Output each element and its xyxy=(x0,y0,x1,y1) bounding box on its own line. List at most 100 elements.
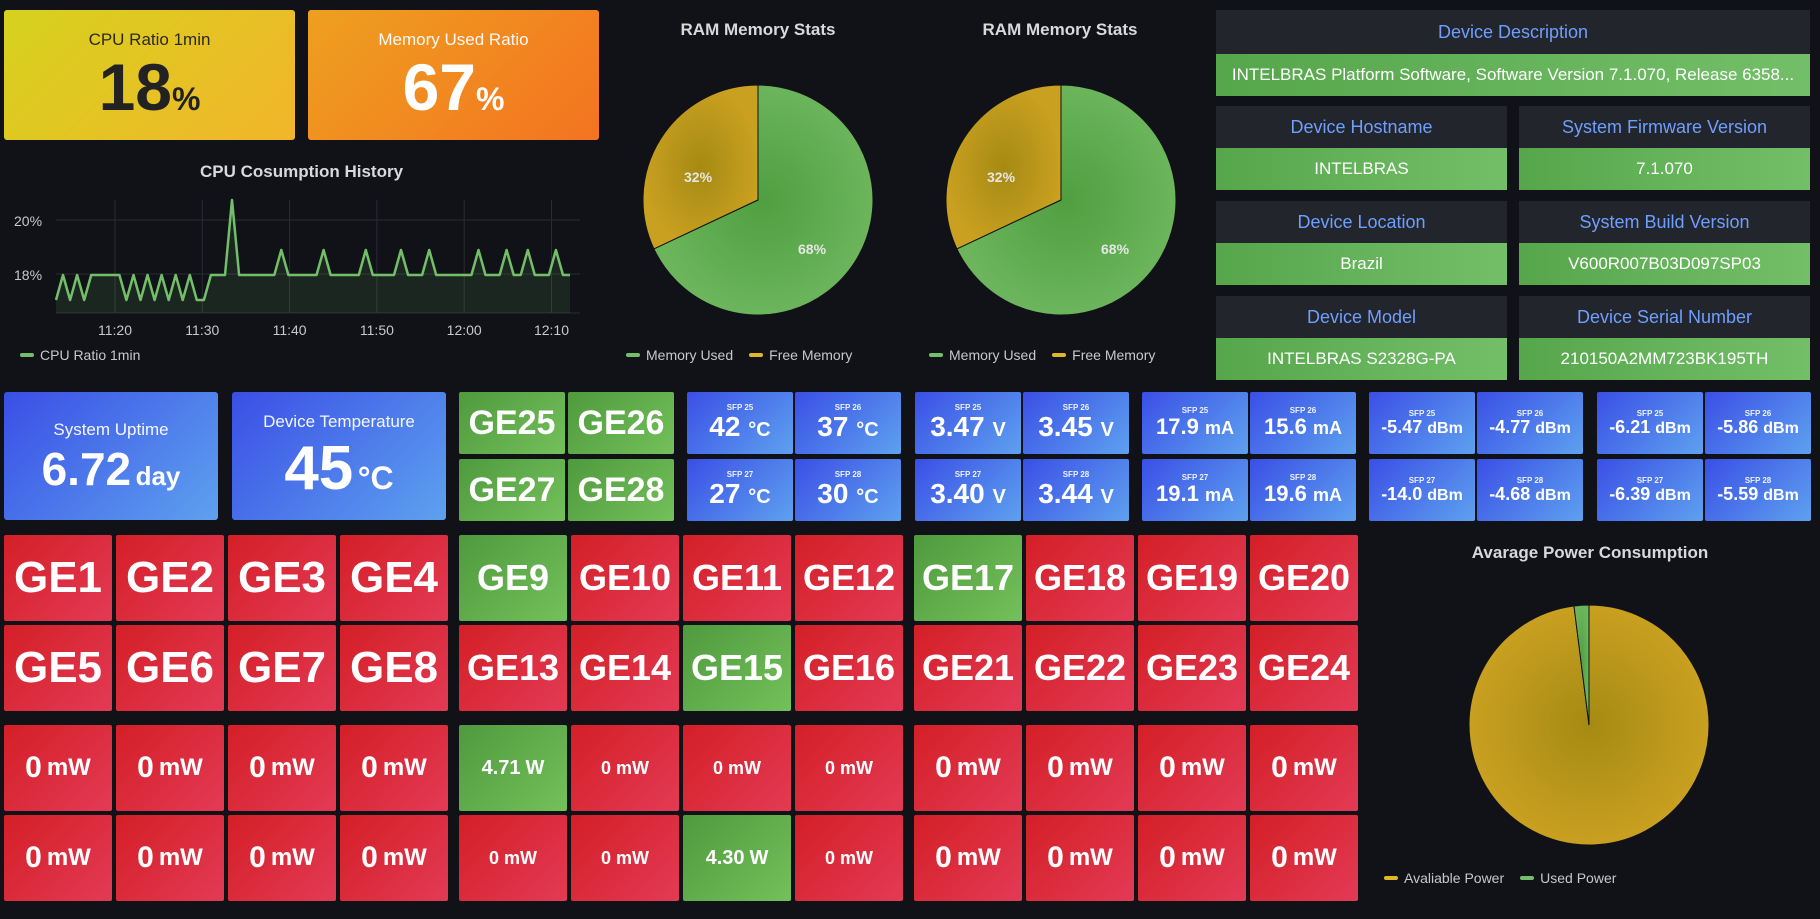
sfp-rx-power-tile[interactable]: SFP 28 -5.59 dBm xyxy=(1705,459,1811,521)
serial-number-label: Device Serial Number xyxy=(1519,296,1810,338)
sfp-bias-tile[interactable]: SFP 27 19.1 mA xyxy=(1142,459,1248,521)
port-tile-ge15[interactable]: GE15 xyxy=(683,625,791,711)
sfp-bias-tile[interactable]: SFP 28 19.6 mA xyxy=(1250,459,1356,521)
port-tile-ge4[interactable]: GE4 xyxy=(340,535,448,621)
poe-power-tile[interactable]: 0 mW xyxy=(459,815,567,901)
port-tile-ge19[interactable]: GE19 xyxy=(1138,535,1246,621)
poe-power-tile[interactable]: 0 mW xyxy=(228,725,336,811)
sfp-voltage-tile[interactable]: SFP 25 3.47 V xyxy=(915,392,1021,454)
system-uptime-stat[interactable]: System Uptime 6.72 day xyxy=(4,392,218,520)
port-tile-ge9[interactable]: GE9 xyxy=(459,535,567,621)
sfp-temperature-tile[interactable]: SFP 27 27 °C xyxy=(687,459,793,521)
used-pct-label: 68% xyxy=(1101,241,1130,257)
ram-legend-1[interactable]: Memory Used Free Memory xyxy=(626,347,852,363)
sfp-temperature-tile[interactable]: SFP 28 30 °C xyxy=(795,459,901,521)
poe-power-tile[interactable]: 0 mW xyxy=(1138,815,1246,901)
power-value: 0 xyxy=(1047,841,1064,874)
port-tile-ge17[interactable]: GE17 xyxy=(914,535,1022,621)
poe-power-tile[interactable]: 0 mW xyxy=(683,725,791,811)
sfp-unit: dBm xyxy=(1427,419,1463,437)
sfp-value: 37 xyxy=(817,411,849,443)
port-tile-ge8[interactable]: GE8 xyxy=(340,625,448,711)
poe-power-tile[interactable]: 0 mW xyxy=(1250,725,1358,811)
sfp-tx-power-tile[interactable]: SFP 25 -5.47 dBm xyxy=(1369,392,1475,454)
power-legend[interactable]: Avaliable Power Used Power xyxy=(1384,870,1616,886)
port-tile-ge26[interactable]: GE26 xyxy=(568,392,674,454)
sfp-voltage-tile[interactable]: SFP 27 3.40 V xyxy=(915,459,1021,521)
x-tick-label: 11:30 xyxy=(185,322,219,338)
sfp-label: SFP 27 xyxy=(1181,473,1209,483)
poe-power-tile[interactable]: 0 mW xyxy=(914,815,1022,901)
port-tile-ge27[interactable]: GE27 xyxy=(459,459,565,521)
port-tile-ge3[interactable]: GE3 xyxy=(228,535,336,621)
poe-power-tile[interactable]: 0 mW xyxy=(228,815,336,901)
poe-power-tile[interactable]: 0 mW xyxy=(571,725,679,811)
port-tile-ge5[interactable]: GE5 xyxy=(4,625,112,711)
power-pie-chart[interactable] xyxy=(1464,600,1714,850)
port-tile-ge6[interactable]: GE6 xyxy=(116,625,224,711)
port-tile-ge2[interactable]: GE2 xyxy=(116,535,224,621)
port-tile-ge28[interactable]: GE28 xyxy=(568,459,674,521)
poe-power-tile[interactable]: 0 mW xyxy=(116,815,224,901)
sfp-tx-power-tile[interactable]: SFP 28 -4.68 dBm xyxy=(1477,459,1583,521)
sfp-unit: °C xyxy=(748,486,771,509)
sfp-voltage-tile[interactable]: SFP 28 3.44 V xyxy=(1023,459,1129,521)
sfp-value: 30 xyxy=(817,478,849,510)
sfp-unit: V xyxy=(992,486,1006,509)
port-tile-ge7[interactable]: GE7 xyxy=(228,625,336,711)
poe-power-tile[interactable]: 0 mW xyxy=(340,815,448,901)
poe-power-tile[interactable]: 4.30 W xyxy=(683,815,791,901)
sfp-rx-power-tile[interactable]: SFP 25 -6.21 dBm xyxy=(1597,392,1703,454)
port-tile-ge21[interactable]: GE21 xyxy=(914,625,1022,711)
sfp-bias-tile[interactable]: SFP 26 15.6 mA xyxy=(1250,392,1356,454)
sfp-value-line: 19.1 mA xyxy=(1156,482,1234,506)
sfp-voltage-tile[interactable]: SFP 26 3.45 V xyxy=(1023,392,1129,454)
cpu-ratio-stat[interactable]: CPU Ratio 1min 18% xyxy=(4,10,295,140)
poe-power-tile[interactable]: 0 mW xyxy=(914,725,1022,811)
sfp-rx-power-tile[interactable]: SFP 26 -5.86 dBm xyxy=(1705,392,1811,454)
cpu-history-chart[interactable]: 20% 18% 11:20 11:30 11:40 11:50 12:00 12:10 xyxy=(0,190,600,350)
port-tile-ge10[interactable]: GE10 xyxy=(571,535,679,621)
poe-power-tile[interactable]: 0 mW xyxy=(1250,815,1358,901)
sfp-value-line: 3.45 V xyxy=(1038,411,1114,443)
sfp-temperature-tile[interactable]: SFP 25 42 °C xyxy=(687,392,793,454)
poe-power-tile[interactable]: 0 mW xyxy=(1138,725,1246,811)
ram-legend-2[interactable]: Memory Used Free Memory xyxy=(929,347,1155,363)
port-tile-ge13[interactable]: GE13 xyxy=(459,625,567,711)
poe-power-tile[interactable]: 0 mW xyxy=(116,725,224,811)
port-tile-ge16[interactable]: GE16 xyxy=(795,625,903,711)
poe-power-tile[interactable]: 0 mW xyxy=(4,725,112,811)
device-temperature-stat[interactable]: Device Temperature 45 °C xyxy=(232,392,446,520)
poe-power-tile[interactable]: 0 mW xyxy=(1026,815,1134,901)
sfp-temperature-tile[interactable]: SFP 26 37 °C xyxy=(795,392,901,454)
sfp-tx-power-tile[interactable]: SFP 26 -4.77 dBm xyxy=(1477,392,1583,454)
ram-pie-chart-2[interactable]: 32% 68% xyxy=(943,82,1179,318)
poe-power-tile[interactable]: 0 mW xyxy=(795,725,903,811)
sfp-value: -4.68 xyxy=(1489,483,1531,504)
port-tile-ge14[interactable]: GE14 xyxy=(571,625,679,711)
port-tile-ge11[interactable]: GE11 xyxy=(683,535,791,621)
port-tile-ge24[interactable]: GE24 xyxy=(1250,625,1358,711)
device-location-label: Device Location xyxy=(1216,201,1507,243)
sfp-bias-tile[interactable]: SFP 25 17.9 mA xyxy=(1142,392,1248,454)
poe-power-tile[interactable]: 0 mW xyxy=(4,815,112,901)
poe-power-tile[interactable]: 0 mW xyxy=(571,815,679,901)
port-tile-ge12[interactable]: GE12 xyxy=(795,535,903,621)
sfp-rx-power-tile[interactable]: SFP 27 -6.39 dBm xyxy=(1597,459,1703,521)
poe-power-tile[interactable]: 0 mW xyxy=(340,725,448,811)
poe-power-tile[interactable]: 0 mW xyxy=(795,815,903,901)
port-tile-ge20[interactable]: GE20 xyxy=(1250,535,1358,621)
system-uptime-unit: day xyxy=(135,461,181,491)
port-tile-ge25[interactable]: GE25 xyxy=(459,392,565,454)
port-tile-ge18[interactable]: GE18 xyxy=(1026,535,1134,621)
sfp-tx-power-tile[interactable]: SFP 27 -14.0 dBm xyxy=(1369,459,1475,521)
poe-power-tile[interactable]: 0 mW xyxy=(1026,725,1134,811)
port-tile-ge23[interactable]: GE23 xyxy=(1138,625,1246,711)
cpu-history-legend[interactable]: CPU Ratio 1min xyxy=(20,347,140,363)
ram-pie-chart-1[interactable]: 32% 68% xyxy=(640,82,876,318)
sfp-value-line: -6.21 dBm xyxy=(1609,417,1691,438)
port-tile-ge22[interactable]: GE22 xyxy=(1026,625,1134,711)
port-tile-ge1[interactable]: GE1 xyxy=(4,535,112,621)
memory-ratio-stat[interactable]: Memory Used Ratio 67% xyxy=(308,10,599,140)
poe-power-tile[interactable]: 4.71 W xyxy=(459,725,567,811)
